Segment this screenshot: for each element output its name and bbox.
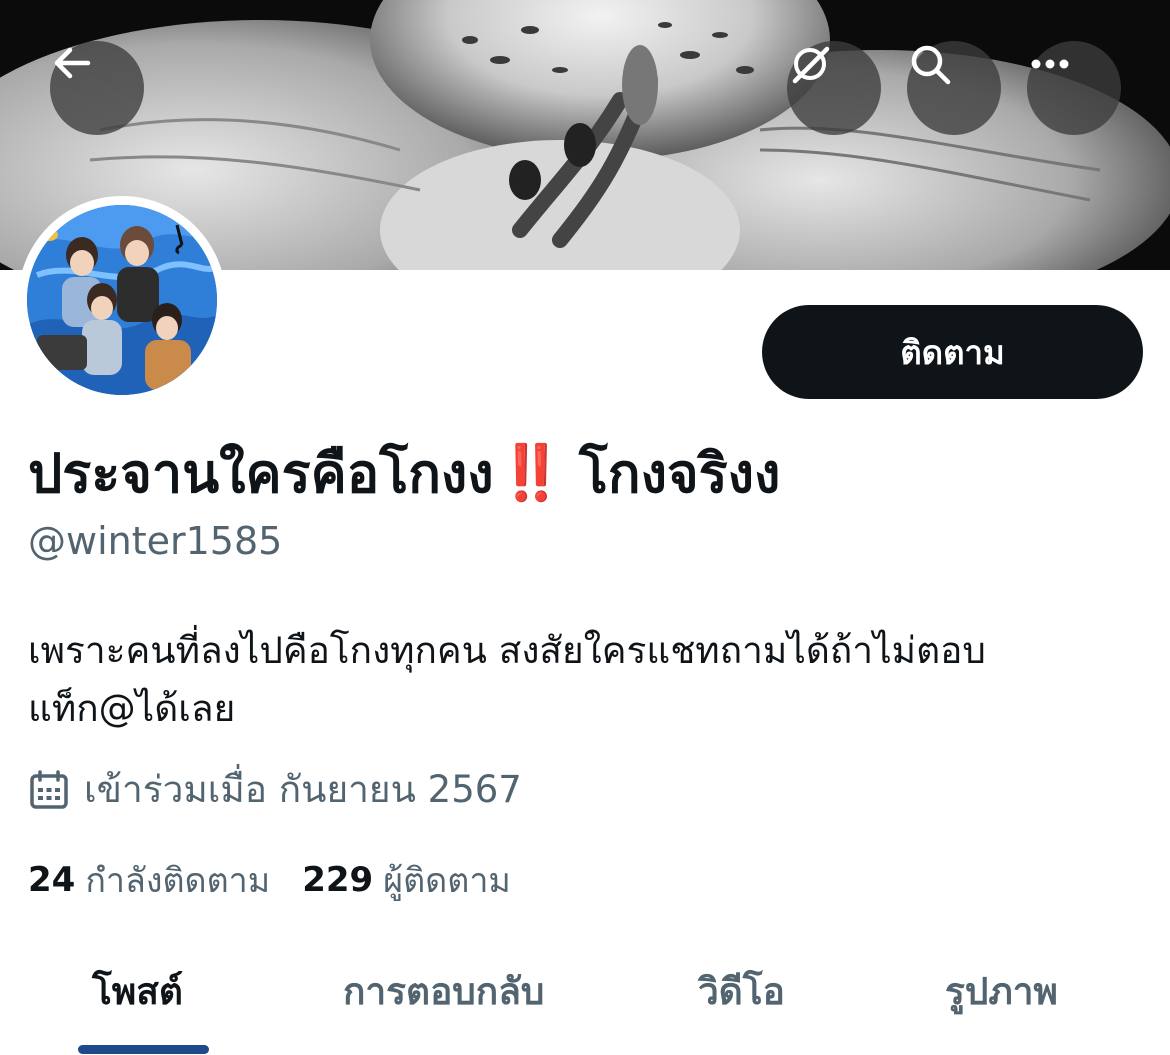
bio-line-1: เพราะคนที่ลงไปคือโกงทุกคน สงสัยใครแชทถาม… <box>28 629 986 672</box>
avatar-image <box>27 205 217 395</box>
search-icon <box>911 45 951 85</box>
tab-videos[interactable]: วิดีโอ <box>698 962 785 1021</box>
active-tab-indicator <box>78 1045 209 1054</box>
profile-bio: เพราะคนที่ลงไปคือโกงทุกคน สงสัยใครแชทถาม… <box>28 622 1148 738</box>
search-button[interactable] <box>907 41 1001 135</box>
avatar[interactable] <box>18 196 226 404</box>
follow-button-label: ติดตาม <box>900 333 1005 371</box>
back-button[interactable] <box>50 41 144 135</box>
joined-date-text: เข้าร่วมเมื่อ กันยายน 2567 <box>84 768 522 811</box>
more-button[interactable] <box>1027 41 1121 135</box>
profile-tabs: โพสต์ การตอบกลับ วิดีโอ รูปภาพ <box>0 940 1170 1055</box>
grok-slash-icon <box>792 46 830 84</box>
following-count[interactable]: 24 <box>28 860 75 900</box>
double-exclamation-emoji: ‼️ <box>497 441 565 504</box>
grok-button[interactable] <box>787 41 881 135</box>
joined-date: เข้าร่วมเมื่อ กันยายน 2567 <box>28 760 522 819</box>
follow-stats: 24 กำลังติดตาม 229 ผู้ติดตาม <box>28 853 543 907</box>
display-name-suffix: โกงจริงง <box>578 442 781 505</box>
display-name: ประจานใครคือโกงง ‼️ โกงจริงง <box>28 430 1138 516</box>
arrow-left-icon <box>54 47 91 79</box>
follow-button[interactable]: ติดตาม <box>762 305 1143 399</box>
bio-line-2: แท็ก@ได้เลย <box>28 687 236 730</box>
tab-replies[interactable]: การตอบกลับ <box>343 962 544 1021</box>
followers-label[interactable]: ผู้ติดตาม <box>383 853 511 907</box>
user-handle: @winter1585 <box>28 519 283 563</box>
tab-photos[interactable]: รูปภาพ <box>945 962 1058 1021</box>
tab-posts[interactable]: โพสต์ <box>92 962 183 1021</box>
following-label[interactable]: กำลังติดตาม <box>85 853 270 907</box>
more-horizontal-icon <box>1031 59 1069 69</box>
display-name-text: ประจานใครคือโกงง <box>28 442 494 505</box>
calendar-icon <box>30 769 68 809</box>
followers-count[interactable]: 229 <box>302 860 373 900</box>
